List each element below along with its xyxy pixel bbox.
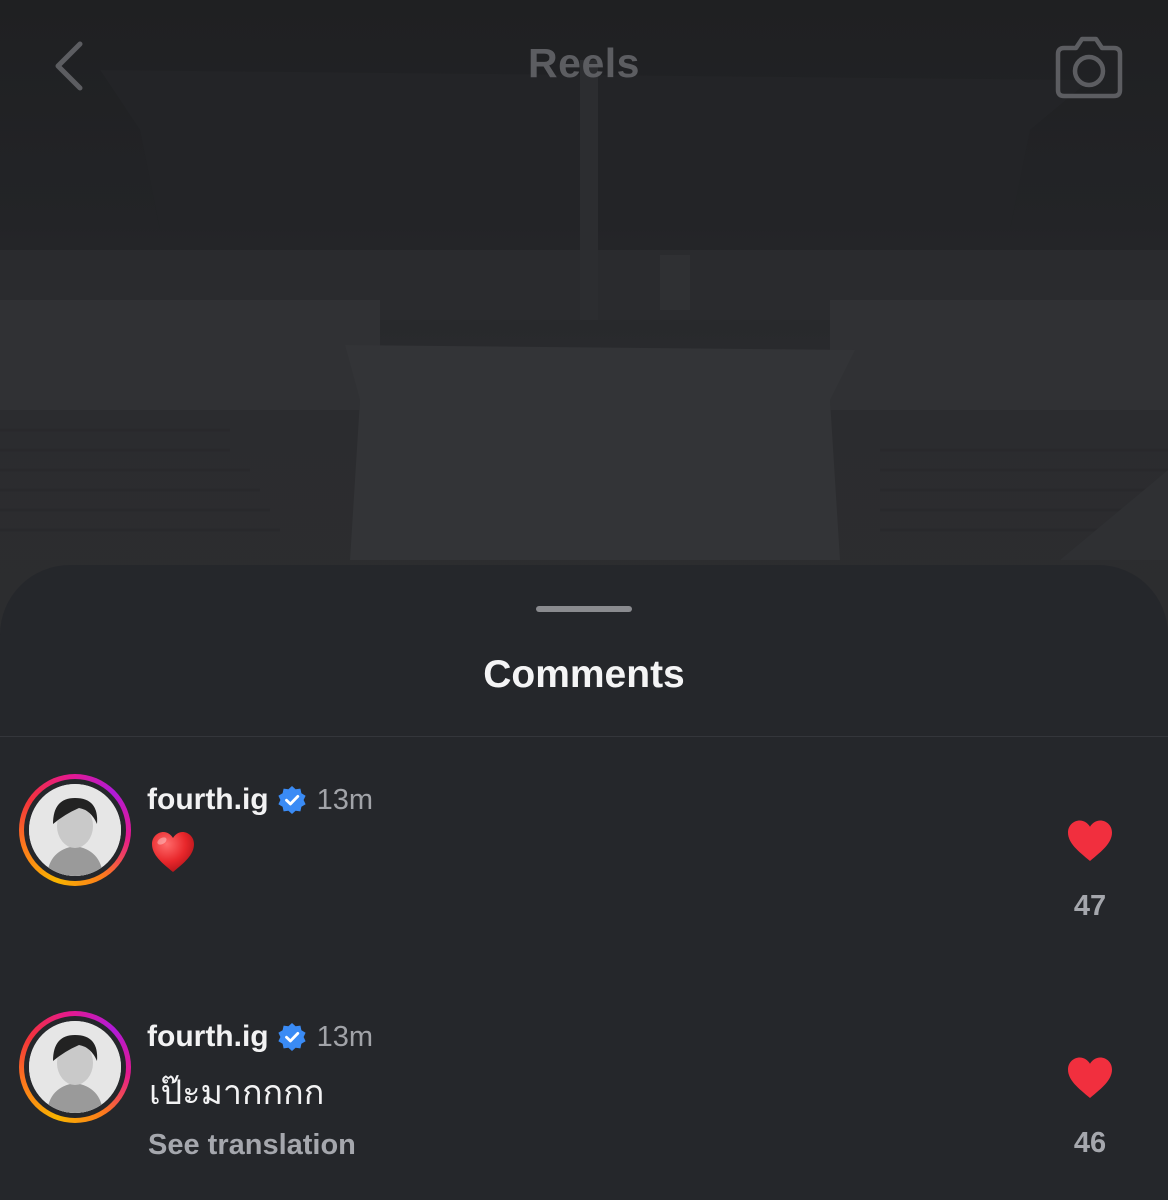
username-link[interactable]: fourth.ig <box>147 1020 269 1054</box>
top-bar: Reels <box>0 0 1168 135</box>
see-translation-link[interactable]: See translation <box>148 1129 356 1162</box>
comments-sheet: Comments fourth.ig 13m 47 fourth.ig 13m … <box>0 565 1168 1200</box>
like-count: 47 <box>1073 890 1107 922</box>
comment-meta: fourth.ig 13m <box>147 780 373 820</box>
reels-comments-screen: Reels Comments fourth.ig 13m 47 fourth.i… <box>0 0 1168 1200</box>
red-heart-emoji-icon <box>152 832 194 872</box>
avatar <box>29 784 121 876</box>
heart-filled-icon <box>1068 820 1112 861</box>
like-button[interactable] <box>1066 1056 1114 1100</box>
comments-title: Comments <box>483 653 685 696</box>
comment-timestamp: 13m <box>316 783 374 816</box>
heart-filled-icon <box>1068 1057 1112 1098</box>
comment-timestamp: 13m <box>316 1020 374 1053</box>
avatar <box>29 1021 121 1113</box>
avatar-story-ring[interactable] <box>19 1011 131 1123</box>
like-button[interactable] <box>1066 819 1114 863</box>
camera-button[interactable] <box>1052 30 1126 104</box>
divider <box>0 736 1168 737</box>
comment-text: เป๊ะมากกกก <box>149 1074 325 1112</box>
avatar-portrait-icon <box>29 784 121 876</box>
verified-badge-icon <box>277 1022 307 1052</box>
avatar-portrait-icon <box>29 1021 121 1113</box>
sheet-drag-handle[interactable] <box>536 606 632 612</box>
avatar-story-ring[interactable] <box>19 774 131 886</box>
like-count: 46 <box>1073 1127 1107 1159</box>
verified-badge-icon <box>277 785 307 815</box>
page-title: Reels <box>528 40 640 86</box>
comment-meta: fourth.ig 13m <box>147 1017 373 1057</box>
camera-icon <box>1055 36 1123 99</box>
username-link[interactable]: fourth.ig <box>147 783 269 817</box>
